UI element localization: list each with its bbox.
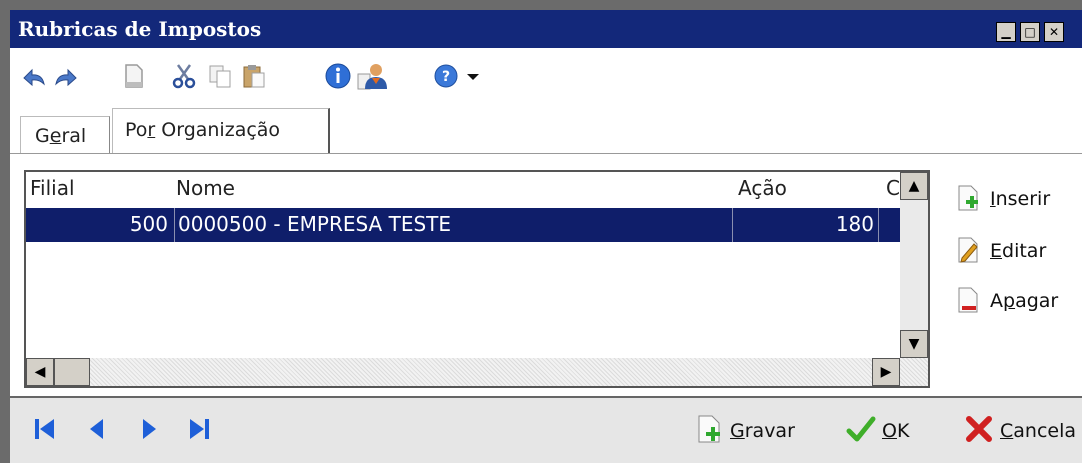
edit-label: Editar <box>990 240 1047 262</box>
maximize-icon: □ <box>1024 25 1036 39</box>
svg-text:?: ? <box>442 69 450 85</box>
delete-icon <box>958 287 978 313</box>
horizontal-scrollbar[interactable]: ◀ ▶ <box>26 358 928 386</box>
edit-icon <box>958 237 978 263</box>
footer-bar: Gravar OK Cancela <box>10 396 1082 463</box>
vertical-scrollbar[interactable]: ▲ ▼ <box>900 172 928 358</box>
next-record-icon[interactable] <box>136 416 162 442</box>
dropdown-arrow-icon[interactable] <box>464 62 482 90</box>
grid-header: Filial Nome Ação C <box>26 172 900 208</box>
cell-divider <box>174 208 175 242</box>
previous-record-icon[interactable] <box>84 416 110 442</box>
insert-icon <box>958 185 978 211</box>
copy-icon[interactable] <box>206 62 234 90</box>
tab-strip: Geral Por Organização <box>10 104 1082 154</box>
column-header-filial[interactable]: Filial <box>30 176 75 200</box>
horizontal-scroll-thumb[interactable] <box>54 358 90 386</box>
last-record-icon[interactable] <box>186 416 212 442</box>
tab-panel: Filial Nome Ação C 500 0000500 - EMPRESA… <box>10 153 1082 397</box>
paste-icon[interactable] <box>240 62 268 90</box>
first-record-icon[interactable] <box>32 416 58 442</box>
rubricas-window: Rubricas de Impostos ▁ □ ✕ ? Geral Por O… <box>10 10 1082 463</box>
close-button[interactable]: ✕ <box>1044 22 1064 42</box>
scroll-right-button[interactable]: ▶ <box>872 358 900 386</box>
table-row[interactable]: 500 0000500 - EMPRESA TESTE 180 <box>26 208 900 242</box>
ok-label: OK <box>882 420 910 442</box>
save-icon <box>698 415 720 443</box>
tab-por-organizacao[interactable]: Por Organização <box>112 108 330 154</box>
toolbar: ? <box>10 48 1082 104</box>
redo-icon[interactable] <box>52 62 80 90</box>
scroll-up-button[interactable]: ▲ <box>900 172 928 200</box>
scroll-down-button[interactable]: ▼ <box>900 330 928 358</box>
minimize-button[interactable]: ▁ <box>996 22 1016 42</box>
delete-label: Apagar <box>990 290 1059 312</box>
tab-por-organizacao-label: Por Organização <box>125 119 281 141</box>
minimize-icon: ▁ <box>1001 25 1011 39</box>
tab-geral-label: Geral <box>35 125 87 147</box>
maximize-button[interactable]: □ <box>1020 22 1040 42</box>
info-icon[interactable] <box>324 62 352 90</box>
cut-icon[interactable] <box>170 62 198 90</box>
title-bar[interactable]: Rubricas de Impostos ▁ □ ✕ <box>10 10 1082 48</box>
organization-grid[interactable]: Filial Nome Ação C 500 0000500 - EMPRESA… <box>24 170 930 388</box>
column-header-truncated[interactable]: C <box>886 176 900 200</box>
tab-geral[interactable]: Geral <box>20 116 110 154</box>
cell-filial: 500 <box>129 212 168 236</box>
cell-divider <box>732 208 733 242</box>
scroll-left-button[interactable]: ◀ <box>26 358 54 386</box>
insert-label: Inserir <box>990 188 1051 210</box>
cancel-x-icon <box>966 416 992 442</box>
column-header-nome[interactable]: Nome <box>176 176 235 200</box>
save-label: Gravar <box>730 420 795 442</box>
scroll-left-icon: ◀ <box>34 364 46 380</box>
help-icon[interactable]: ? <box>432 62 460 90</box>
undo-icon[interactable] <box>20 62 48 90</box>
checkmark-icon <box>846 416 876 442</box>
cancel-label: Cancela <box>1000 420 1077 442</box>
cell-acao: 180 <box>835 212 874 236</box>
scroll-right-icon: ▶ <box>880 364 892 380</box>
scroll-up-icon: ▲ <box>908 178 920 194</box>
scroll-down-icon: ▼ <box>908 336 920 352</box>
close-icon: ✕ <box>1048 25 1060 39</box>
user-properties-icon[interactable] <box>356 62 390 90</box>
window-title: Rubricas de Impostos <box>18 17 262 41</box>
cell-divider <box>878 208 879 242</box>
cell-nome: 0000500 - EMPRESA TESTE <box>178 212 451 236</box>
column-header-acao[interactable]: Ação <box>738 176 787 200</box>
new-document-icon[interactable] <box>120 62 148 90</box>
